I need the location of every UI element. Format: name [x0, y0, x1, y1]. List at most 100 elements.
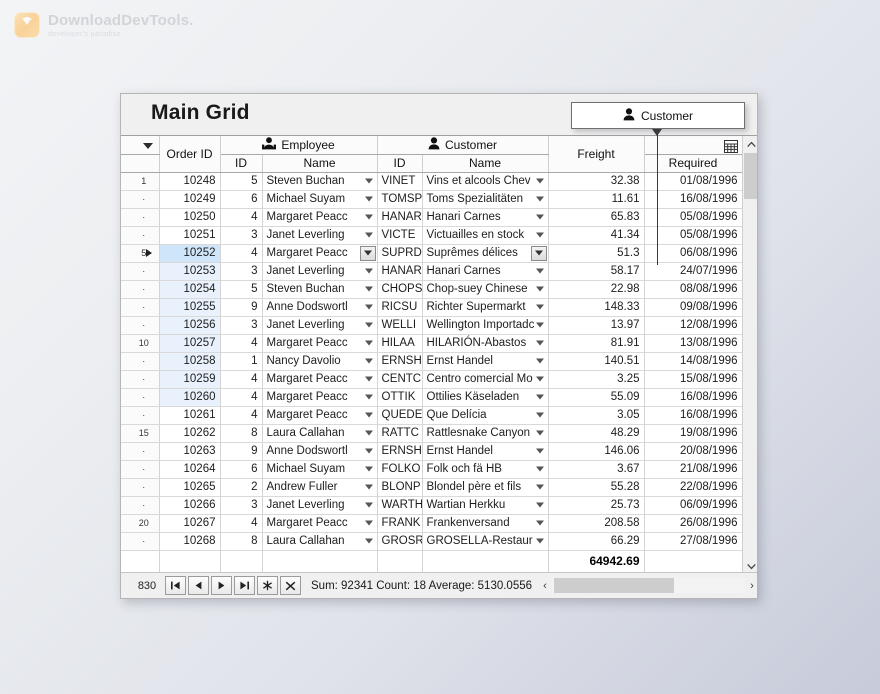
chevron-down-icon[interactable]	[535, 520, 544, 526]
filter-triangle-icon[interactable]	[142, 142, 153, 149]
cell-employee-id[interactable]: 6	[220, 190, 263, 209]
chevron-down-icon[interactable]	[535, 286, 544, 292]
cell-customer-name[interactable]: Hanari Carnes	[422, 208, 549, 227]
cell-employee-name[interactable]: Janet Leverling	[262, 316, 378, 335]
cell-employee-name[interactable]: Laura Callahan	[262, 424, 378, 443]
chevron-down-icon[interactable]	[364, 178, 373, 184]
cell-customer-id[interactable]: ERNSH	[377, 442, 423, 461]
cell-employee-id[interactable]: 8	[220, 532, 263, 551]
cell-employee-name[interactable]: Steven Buchan	[262, 280, 378, 299]
cell-order-id[interactable]: 10258	[159, 352, 221, 371]
cell-required-date[interactable]: 06/08/1996	[644, 244, 742, 263]
cell-order-id[interactable]: 10262	[159, 424, 221, 443]
cell-employee-id[interactable]: 3	[220, 496, 263, 515]
cell-employee-id[interactable]: 4	[220, 406, 263, 425]
first-record-button[interactable]	[165, 576, 186, 595]
vertical-scrollbar[interactable]	[742, 136, 757, 575]
chevron-down-icon[interactable]	[364, 304, 373, 310]
chevron-down-icon[interactable]	[535, 304, 544, 310]
cell-required-date[interactable]: 16/08/1996	[644, 406, 742, 425]
chevron-down-icon[interactable]	[535, 502, 544, 508]
cell-customer-name[interactable]: Centro comercial Mo	[422, 370, 549, 389]
chevron-down-icon[interactable]	[535, 196, 544, 202]
cell-employee-id[interactable]: 8	[220, 424, 263, 443]
cell-required-date[interactable]: 16/08/1996	[644, 388, 742, 407]
cell-customer-name[interactable]: Toms Spezialitäten	[422, 190, 549, 209]
cell-customer-id[interactable]: SUPRD	[377, 244, 423, 263]
table-row[interactable]: · 10254 5 Steven Buchan CHOPS Chop-suey Chine…	[121, 280, 742, 299]
chevron-down-icon[interactable]	[364, 430, 373, 436]
table-row[interactable]: 5 10252 4 Margaret Peacc SUPRD Suprêmes délic…	[121, 244, 742, 263]
row-header-cell[interactable]: ·	[121, 280, 160, 299]
grid-corner-filter-cell[interactable]	[121, 136, 160, 155]
table-row[interactable]: · 10268 8 Laura Callahan GROSR GROSELLA-Resta…	[121, 532, 742, 551]
row-header-cell[interactable]: ·	[121, 208, 160, 227]
cell-customer-name[interactable]: Que Delícia	[422, 406, 549, 425]
cell-employee-name[interactable]: Janet Leverling	[262, 226, 378, 245]
chevron-down-icon[interactable]	[364, 286, 373, 292]
cell-order-id[interactable]: 10257	[159, 334, 221, 353]
cell-freight[interactable]: 66.29	[548, 532, 645, 551]
column-header-customer-name[interactable]: Name	[422, 154, 549, 173]
cell-customer-id[interactable]: HANAR	[377, 208, 423, 227]
cell-required-date[interactable]: 19/08/1996	[644, 424, 742, 443]
horizontal-scrollbar-thumb[interactable]	[554, 578, 675, 593]
cell-customer-id[interactable]: CENTC	[377, 370, 423, 389]
scroll-up-button[interactable]	[743, 136, 757, 153]
cell-customer-id[interactable]: VINET	[377, 172, 423, 191]
row-header-cell[interactable]: 20	[121, 514, 160, 533]
chevron-down-icon[interactable]	[364, 340, 373, 346]
cell-freight[interactable]: 22.98	[548, 280, 645, 299]
cell-customer-name[interactable]: Ottilies Käseladen	[422, 388, 549, 407]
cell-freight[interactable]: 51.3	[548, 244, 645, 263]
cell-order-id[interactable]: 10266	[159, 496, 221, 515]
cell-customer-name[interactable]: Ernst Handel	[422, 442, 549, 461]
cell-employee-name[interactable]: Janet Leverling	[262, 496, 378, 515]
cell-customer-name[interactable]: Blondel père et fils	[422, 478, 549, 497]
cell-order-id[interactable]: 10249	[159, 190, 221, 209]
last-record-button[interactable]	[234, 576, 255, 595]
next-record-button[interactable]	[211, 576, 232, 595]
cell-order-id[interactable]: 10259	[159, 370, 221, 389]
chevron-down-icon[interactable]	[364, 358, 373, 364]
row-header-cell[interactable]: ·	[121, 262, 160, 281]
cell-customer-name[interactable]: Chop-suey Chinese	[422, 280, 549, 299]
cell-employee-id[interactable]: 3	[220, 226, 263, 245]
cell-customer-id[interactable]: RATTC	[377, 424, 423, 443]
cell-customer-name[interactable]: Suprêmes délices	[422, 244, 549, 263]
chevron-down-icon[interactable]	[530, 245, 547, 261]
cell-employee-name[interactable]: Anne Dodswortl	[262, 298, 378, 317]
cell-required-date[interactable]: 12/08/1996	[644, 316, 742, 335]
table-row[interactable]: · 10266 3 Janet Leverling WARTH Wartian Herkk…	[121, 496, 742, 515]
new-record-button[interactable]	[257, 576, 278, 595]
cell-employee-name[interactable]: Janet Leverling	[262, 262, 378, 281]
table-row[interactable]: 1 10248 5 Steven Buchan VINET Vins et alcools…	[121, 172, 742, 191]
cell-employee-name[interactable]: Margaret Peacc	[262, 244, 378, 263]
chevron-down-icon[interactable]	[364, 520, 373, 526]
cell-required-date[interactable]: 09/08/1996	[644, 298, 742, 317]
horizontal-scrollbar[interactable]: ‹ ›	[538, 577, 757, 594]
chevron-down-icon[interactable]	[364, 214, 373, 220]
column-header-employee-id[interactable]: ID	[220, 154, 263, 173]
chevron-down-icon[interactable]	[535, 466, 544, 472]
cell-customer-id[interactable]: BLONP	[377, 478, 423, 497]
cell-customer-id[interactable]: WELLI	[377, 316, 423, 335]
cell-employee-name[interactable]: Andrew Fuller	[262, 478, 378, 497]
chevron-down-icon[interactable]	[364, 196, 373, 202]
cell-freight[interactable]: 55.28	[548, 478, 645, 497]
cell-employee-id[interactable]: 3	[220, 316, 263, 335]
cell-required-date[interactable]: 27/08/1996	[644, 532, 742, 551]
cell-customer-id[interactable]: VICTE	[377, 226, 423, 245]
cell-customer-name[interactable]: Folk och fä HB	[422, 460, 549, 479]
column-header-freight[interactable]: Freight	[548, 136, 645, 173]
cell-employee-id[interactable]: 4	[220, 514, 263, 533]
table-row[interactable]: · 10260 4 Margaret Peacc OTTIK Ottilies Käsel…	[121, 388, 742, 407]
cell-employee-name[interactable]: Margaret Peacc	[262, 370, 378, 389]
column-header-order-id[interactable]: Order ID	[159, 136, 221, 173]
column-drag-ghost-customer[interactable]: Customer	[571, 102, 745, 129]
hscroll-left-button[interactable]: ‹	[538, 577, 552, 594]
vertical-scrollbar-thumb[interactable]	[744, 153, 757, 199]
table-row[interactable]: · 10250 4 Margaret Peacc HANAR Hanari Carnes 6…	[121, 208, 742, 227]
column-header-customer-id[interactable]: ID	[377, 154, 423, 173]
cell-freight[interactable]: 3.05	[548, 406, 645, 425]
